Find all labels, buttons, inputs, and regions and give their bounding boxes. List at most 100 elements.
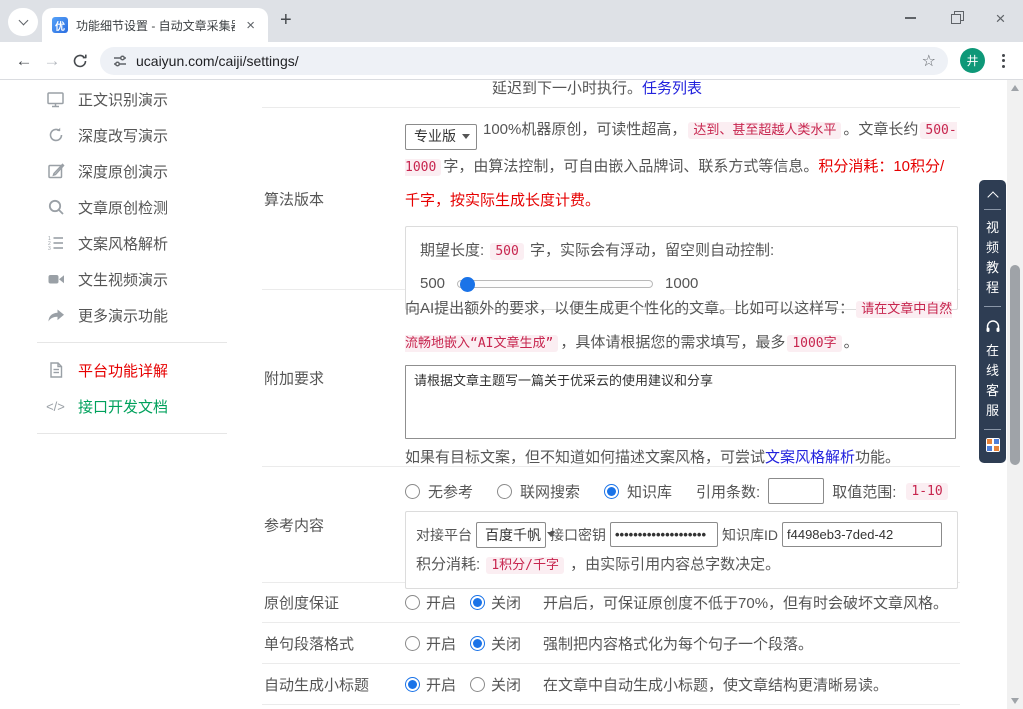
radio-web-search[interactable] (497, 484, 512, 499)
range-label: 取值范围: (832, 481, 896, 502)
paragraph-off-radio[interactable] (470, 636, 485, 651)
back-to-top-icon[interactable] (987, 191, 998, 202)
sidebar-item-api-docs[interactable]: </> 接口开发文档 (0, 388, 262, 424)
citation-count-label: 引用条数: (696, 481, 760, 502)
sidebar-item-text-to-video[interactable]: 文生视频演示 (0, 261, 262, 297)
originality-on-radio[interactable] (405, 595, 420, 610)
reference-cost-line: 积分消耗: 1积分/千字 ，由实际引用内容总字数决定。 (416, 550, 947, 581)
radio-knowledge-base[interactable] (604, 484, 619, 499)
reference-content-row: 参考内容 无参考 联网搜索 知识库 引用条数: 取值范围: 1-10 对接平台 (262, 467, 960, 583)
restore-button[interactable] (933, 0, 978, 36)
sidebar-divider (37, 433, 227, 434)
close-button[interactable]: × (978, 0, 1023, 36)
paragraph-description: 强制把内容格式化为每个句子一个段落。 (543, 633, 813, 654)
algorithm-version-label: 算法版本 (264, 188, 324, 209)
api-key-label: 接口密钥 (550, 525, 606, 545)
menu-button[interactable] (994, 50, 1013, 72)
sidebar-item-platform-docs[interactable]: 平台功能详解 (0, 352, 262, 388)
reference-cost-value: 1积分/千字 (486, 557, 564, 574)
profile-avatar[interactable]: 井 (960, 48, 985, 73)
headset-icon[interactable] (985, 319, 1001, 339)
sidebar-item-deep-original[interactable]: 深度原创演示 (0, 153, 262, 189)
minimize-icon (905, 17, 916, 18)
qr-code-icon[interactable] (986, 438, 1000, 452)
scrollbar-down-arrow[interactable] (1011, 698, 1019, 704)
kb-id-input[interactable] (782, 522, 942, 547)
tab-close-icon[interactable]: × (243, 17, 258, 34)
minimize-button[interactable] (888, 0, 933, 36)
browser-tab[interactable]: 优 功能细节设置 - 自动文章采集器 × (42, 8, 268, 42)
api-key-input[interactable] (610, 522, 718, 547)
chevron-down-icon (18, 16, 28, 26)
sidebar-item-label: 文章原创检测 (78, 197, 168, 218)
originality-off-radio[interactable] (470, 595, 485, 610)
tab-strip: 优 功能细节设置 - 自动文章采集器 × + × (0, 0, 1023, 42)
schedule-notice-text: 延迟到下一小时执行。 (492, 80, 642, 97)
extra-requirements-textarea[interactable]: 请根据文章主题写一篇关于优采云的使用建议和分享 (405, 365, 956, 439)
tab-search-button[interactable] (8, 8, 38, 36)
scrollbar-thumb[interactable] (1010, 265, 1020, 465)
search-icon (46, 198, 65, 217)
widget-divider (984, 209, 1001, 210)
forward-arrow-icon (46, 306, 65, 325)
highlight-quality: 达到、甚至超越人类水平 (688, 122, 841, 139)
radio-knowledge-base-label[interactable]: 知识库 (627, 481, 672, 502)
window-controls: × (888, 0, 1023, 36)
sidebar-item-label: 平台功能详解 (78, 360, 168, 381)
sidebar-divider (37, 342, 227, 343)
sidebar-item-originality-check[interactable]: 文章原创检测 (0, 189, 262, 225)
new-tab-button[interactable]: + (280, 10, 292, 30)
sidebar-item-style-analysis[interactable]: 123 文案风格解析 (0, 225, 262, 261)
style-analysis-link[interactable]: 文案风格解析 (765, 449, 855, 466)
edit-icon (46, 162, 65, 181)
monitor-icon (46, 90, 65, 109)
platform-select[interactable]: 百度千帆 (476, 522, 546, 548)
auto-subtitle-label: 自动生成小标题 (262, 674, 405, 695)
svg-text:3: 3 (48, 246, 51, 252)
paragraph-on-radio[interactable] (405, 636, 420, 651)
back-button[interactable]: ← (10, 47, 38, 75)
floating-help-widget: 视频教程 在线客服 (979, 180, 1006, 463)
highlight-max-chars: 1000字 (787, 335, 841, 352)
range-value: 1-10 (906, 483, 947, 500)
forward-button[interactable]: → (38, 47, 66, 75)
video-camera-icon (46, 270, 65, 289)
auto-subtitle-row: 自动生成小标题 开启 关闭 在文章中自动生成小标题，使文章结构更清晰易读。 (262, 664, 960, 705)
subtitle-on-radio[interactable] (405, 677, 420, 692)
bookmark-star-icon[interactable]: ☆ (922, 51, 936, 71)
widget-divider (984, 429, 1001, 430)
radio-no-reference[interactable] (405, 484, 420, 499)
sidebar-item-more-demos[interactable]: 更多演示功能 (0, 297, 262, 333)
radio-no-reference-label[interactable]: 无参考 (428, 481, 473, 502)
scrollbar-up-arrow[interactable] (1011, 85, 1019, 91)
page-scrollbar[interactable] (1007, 80, 1023, 709)
schedule-notice-row: 延迟到下一小时执行。任务列表 (262, 80, 960, 108)
video-tutorial-button[interactable]: 视频教程 (985, 218, 1000, 298)
refresh-icon (46, 126, 65, 145)
citation-count-input[interactable] (768, 478, 824, 504)
length-slider[interactable] (457, 280, 653, 288)
url-text[interactable]: ucaiyun.com/caiji/settings/ (136, 53, 914, 69)
sidebar-item-content-recognition[interactable]: 正文识别演示 (0, 81, 262, 117)
settings-form: 延迟到下一小时执行。任务列表 算法版本 专业版100%机器原创，可读性超高，达到… (262, 80, 960, 705)
select-caret-icon (462, 134, 470, 139)
sidebar-item-label: 文生视频演示 (78, 269, 168, 290)
single-sentence-paragraph-label: 单句段落格式 (262, 633, 405, 654)
expected-length-line: 期望长度: 500 字，实际会有浮动，留空则自动控制: (420, 235, 943, 267)
address-bar[interactable]: ucaiyun.com/caiji/settings/ ☆ (100, 47, 948, 75)
single-sentence-paragraph-row: 单句段落格式 开启 关闭 强制把内容格式化为每个句子一个段落。 (262, 623, 960, 664)
subtitle-description: 在文章中自动生成小标题，使文章结构更清晰易读。 (543, 674, 888, 695)
reload-button[interactable] (66, 47, 94, 75)
restore-icon (951, 14, 960, 23)
reload-icon (72, 53, 88, 69)
sidebar-item-deep-rewrite[interactable]: 深度改写演示 (0, 117, 262, 153)
widget-divider (984, 306, 1001, 307)
algorithm-version-select[interactable]: 专业版 (405, 124, 477, 150)
algorithm-description: 专业版100%机器原创，可读性超高，达到、甚至超越人类水平。文章长约500-10… (405, 108, 958, 217)
subtitle-off-radio[interactable] (470, 677, 485, 692)
ordered-list-icon: 123 (46, 234, 65, 253)
radio-web-search-label[interactable]: 联网搜索 (520, 481, 580, 502)
site-settings-icon[interactable] (112, 53, 128, 69)
online-service-button[interactable]: 在线客服 (985, 341, 1000, 421)
task-list-link[interactable]: 任务列表 (642, 80, 702, 97)
